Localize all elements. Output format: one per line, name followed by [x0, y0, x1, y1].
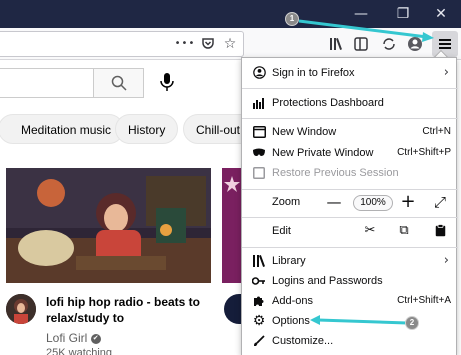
zoom-out-button[interactable]: — — [322, 190, 346, 214]
video-thumbnail[interactable] — [6, 168, 211, 283]
window-titlebar: — ❐ ✕ — [0, 0, 461, 28]
restore-icon — [251, 161, 267, 185]
menu-customize[interactable]: Customize... — [242, 329, 458, 353]
library-icon[interactable] — [326, 33, 348, 55]
video-title[interactable]: lofi hip hop radio - beats to relax/stud… — [46, 294, 226, 326]
account-icon[interactable] — [404, 33, 426, 55]
firefox-app-menu: Sign in to Firefox › Protections Dashboa… — [241, 57, 458, 355]
chip-history[interactable]: History — [115, 114, 179, 144]
annotation-badge-2: 2 — [405, 316, 419, 330]
pocket-icon[interactable] — [198, 32, 218, 56]
copy-icon[interactable]: ⧉ — [392, 219, 416, 243]
sync-icon[interactable] — [378, 33, 400, 55]
channel-name[interactable]: Lofi Girl ✔ — [46, 331, 101, 345]
paintbrush-icon — [251, 329, 267, 353]
chip-meditation-music[interactable]: Meditation music — [0, 114, 125, 144]
cut-icon[interactable]: ✂ — [358, 219, 382, 243]
fullscreen-icon[interactable]: ⤢ — [428, 190, 452, 214]
annotation-badge-1: 1 — [285, 12, 299, 26]
zoom-reset-button[interactable]: 100% — [353, 195, 393, 211]
star-icon[interactable]: ☆ — [220, 32, 240, 56]
menu-restore-session[interactable]: Restore Previous Session — [242, 161, 458, 185]
sidebar-icon[interactable] — [350, 33, 372, 55]
chart-icon — [251, 91, 267, 115]
youtube-search-input[interactable] — [0, 68, 94, 98]
account-icon — [251, 61, 267, 85]
channel-avatar[interactable] — [6, 294, 36, 324]
url-bar[interactable]: ••• ☆ — [0, 31, 244, 57]
chevron-right-icon: › — [443, 65, 449, 80]
video-thumbnail-partial[interactable] — [222, 168, 242, 283]
menu-sign-in[interactable]: Sign in to Firefox › — [242, 61, 458, 85]
minimize-button[interactable]: — — [341, 0, 381, 28]
restore-button[interactable]: ❐ — [383, 0, 423, 28]
page-actions-icon[interactable]: ••• — [172, 32, 198, 56]
search-icon — [111, 75, 127, 91]
close-button[interactable]: ✕ — [421, 0, 461, 28]
menu-protections-dashboard[interactable]: Protections Dashboard — [242, 91, 458, 115]
verified-icon: ✔ — [90, 333, 101, 344]
video-meta: 25K watching — [46, 347, 113, 355]
microphone-icon[interactable] — [156, 70, 178, 96]
nav-toolbar: ••• ☆ — [0, 28, 461, 60]
zoom-in-button[interactable]: + — [396, 190, 420, 214]
youtube-search-button[interactable] — [94, 68, 144, 98]
menu-edit-row: Edit ✂ ⧉ — [242, 219, 458, 243]
menu-zoom-row: Zoom — 100% + ⤢ — [242, 190, 458, 214]
paste-icon[interactable] — [428, 219, 452, 243]
